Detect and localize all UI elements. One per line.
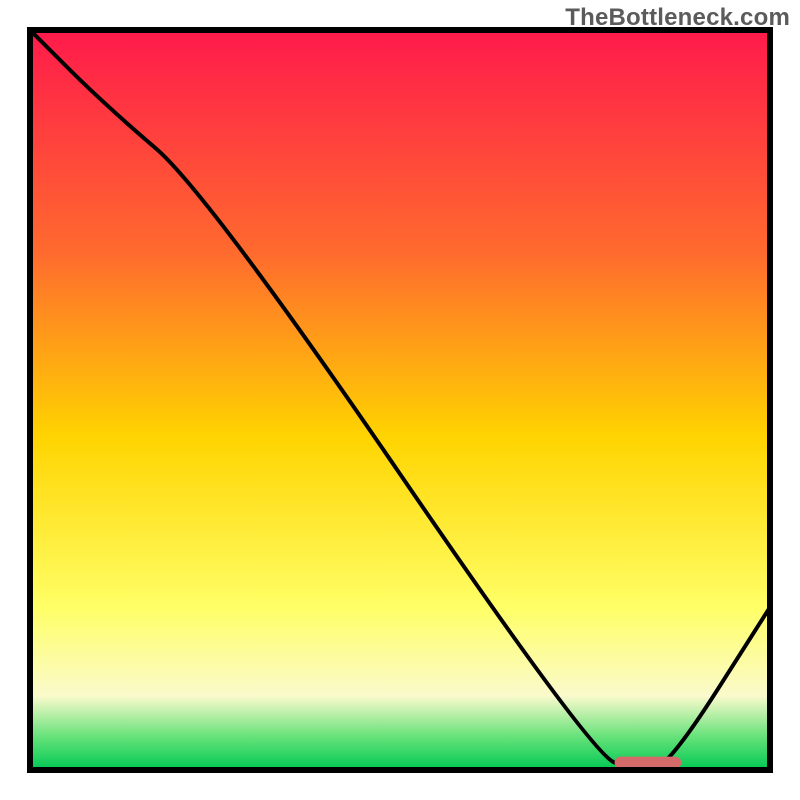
bottleneck-chart [0, 0, 800, 800]
watermark-text: TheBottleneck.com [565, 4, 790, 32]
optimal-marker [615, 757, 682, 769]
chart-frame: TheBottleneck.com [0, 0, 800, 800]
gradient-background [30, 30, 770, 770]
